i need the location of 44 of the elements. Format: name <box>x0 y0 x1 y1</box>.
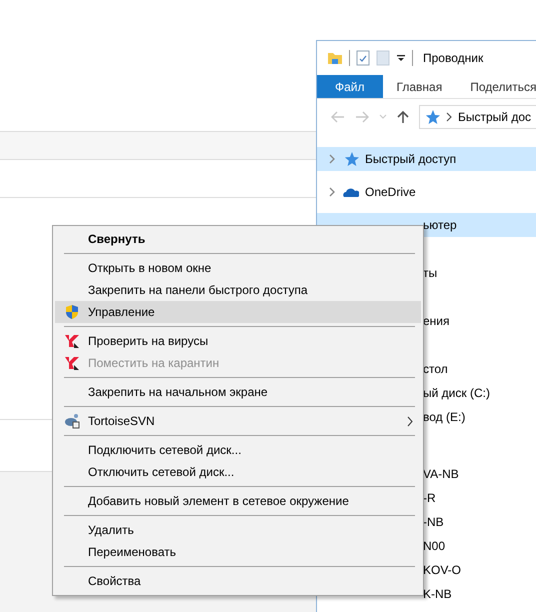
nav-label: N00 <box>423 539 446 553</box>
nav-label: -NB <box>423 515 444 529</box>
menu-item[interactable]: Управление <box>55 301 421 323</box>
menu-item[interactable]: Отключить сетевой диск... <box>55 461 421 483</box>
nav-label: ый диск (C:) <box>423 386 490 400</box>
window-title: Проводник <box>423 51 484 65</box>
antivirus-icon <box>64 355 80 371</box>
ribbon-tab[interactable]: Главная <box>382 75 456 98</box>
address-bar[interactable]: Быстрый дос <box>419 105 536 129</box>
nav-item[interactable]: OneDrive <box>317 180 536 204</box>
menu-item[interactable]: Добавить новый элемент в сетевое окружение <box>55 490 421 512</box>
antivirus-icon <box>64 333 80 349</box>
nav-label: VA-NB <box>423 467 459 481</box>
nav-label: ения <box>423 314 450 328</box>
nav-label: KOV-O <box>423 563 462 577</box>
star-icon <box>424 109 440 125</box>
nav-label: стол <box>423 362 448 376</box>
dropdown-icon[interactable] <box>396 53 406 63</box>
shield-icon <box>64 304 80 320</box>
menu-item[interactable]: Удалить <box>55 519 421 541</box>
chevron-right-icon[interactable] <box>446 112 452 122</box>
menu-item[interactable]: Подключить сетевой диск... <box>55 439 421 461</box>
menu-item[interactable]: Открыть в новом окне <box>55 257 421 279</box>
up-icon[interactable] <box>397 110 409 124</box>
nav-label: вод (E:) <box>423 410 466 424</box>
address-text: Быстрый дос <box>458 110 532 124</box>
nav-label: K-NB <box>423 587 452 601</box>
nav-label: Быстрый доступ <box>365 152 456 166</box>
menu-item[interactable]: Закрепить на начальном экране <box>55 381 421 403</box>
nav-label: OneDrive <box>365 185 416 199</box>
ribbon-tab[interactable]: Файл <box>317 75 383 98</box>
menu-item[interactable]: Закрепить на панели быстрого доступа <box>55 279 421 301</box>
turtle-icon <box>64 413 80 429</box>
ribbon-tab[interactable]: Поделиться <box>456 75 536 98</box>
menu-item[interactable]: Проверить на вирусы <box>55 330 421 352</box>
menu-item[interactable]: Свойства <box>55 570 421 592</box>
star-icon <box>343 151 359 167</box>
menu-item[interactable]: Переименовать <box>55 541 421 563</box>
nav-label: ьютер <box>423 218 457 232</box>
properties-icon[interactable] <box>356 50 370 66</box>
folder-icon[interactable] <box>327 50 343 66</box>
nav-item[interactable]: Быстрый доступ <box>317 147 536 171</box>
menu-item[interactable]: TortoiseSVN <box>55 410 421 432</box>
nav-label: ты <box>423 266 438 280</box>
